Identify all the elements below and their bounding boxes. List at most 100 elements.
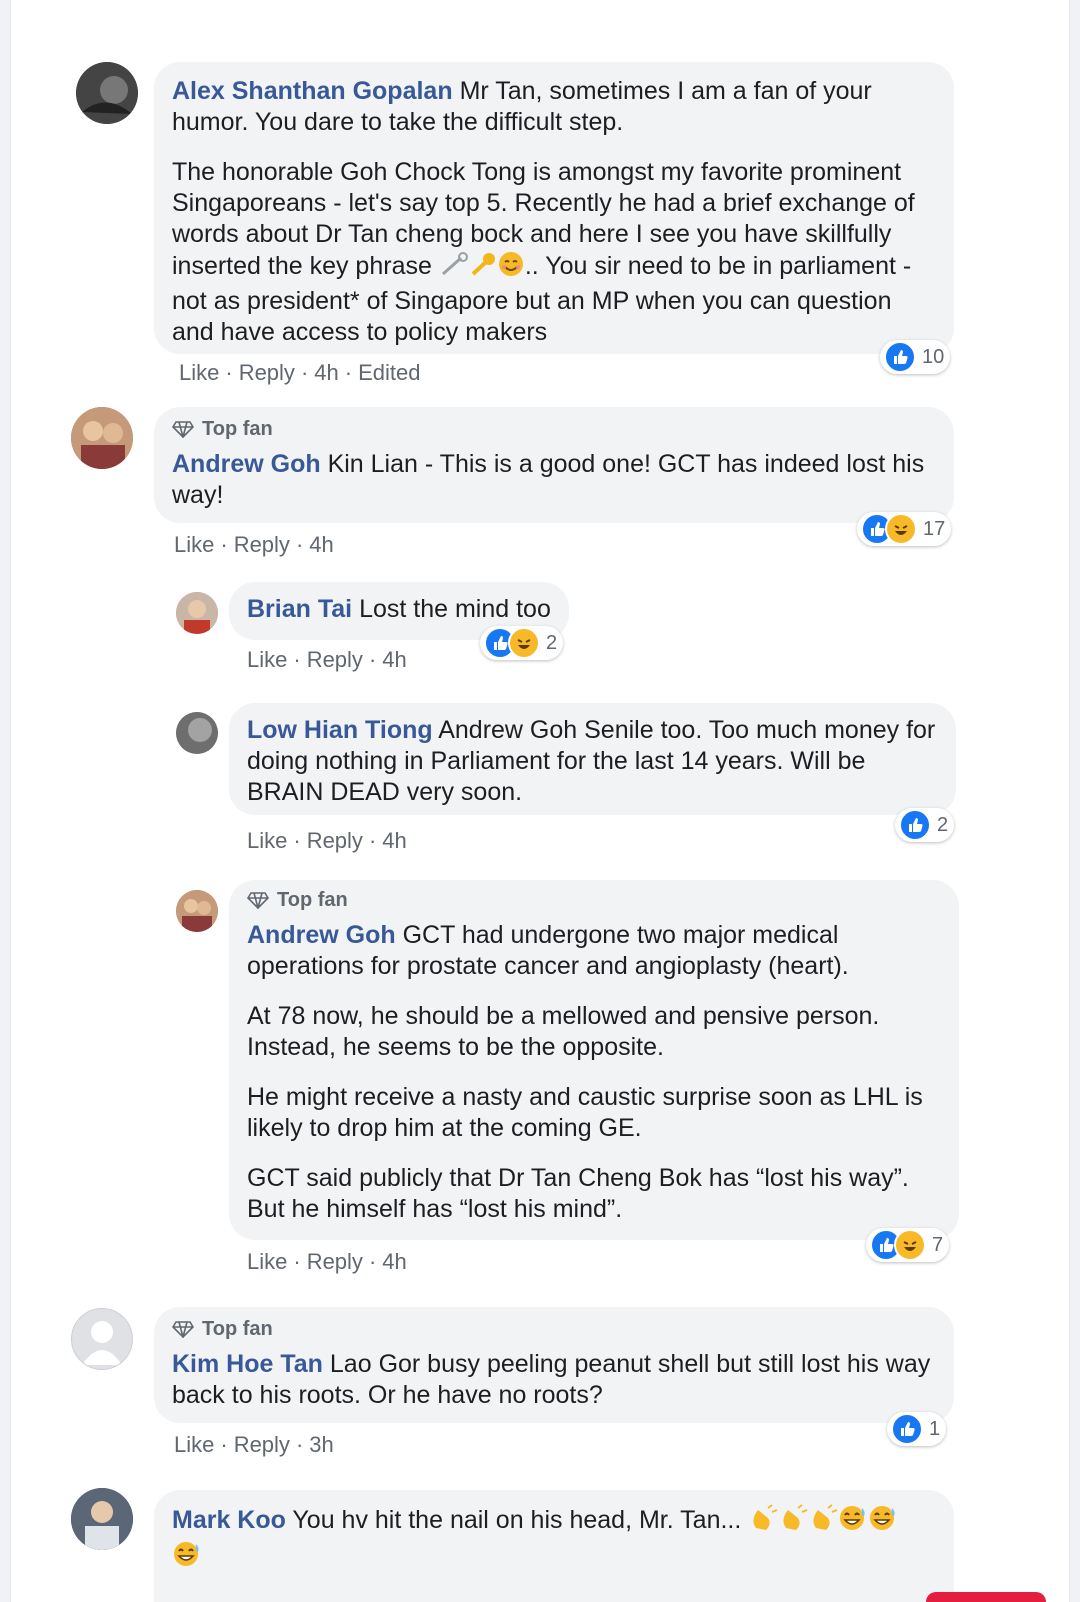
reply-link[interactable]: Reply [307, 647, 363, 672]
clapping-hands-icon [748, 1504, 778, 1540]
grinning-sweat-face-icon [868, 1504, 898, 1540]
separator: · [368, 828, 377, 853]
selection-indicator [926, 1592, 1046, 1602]
reply-link[interactable]: Reply [307, 828, 363, 853]
avatar[interactable] [176, 890, 218, 932]
comment-text: Lost the mind too [359, 595, 551, 623]
reaction-count: 1 [929, 1417, 941, 1440]
comment-bubble: Alex Shanthan Gopalan Mr Tan, sometimes … [154, 62, 954, 354]
diamond-icon [247, 892, 269, 909]
like-reaction-icon [899, 809, 931, 841]
like-link[interactable]: Like [179, 360, 219, 385]
timestamp[interactable]: 4h [309, 532, 333, 557]
separator: · [300, 360, 309, 385]
clapping-hands-icon [808, 1504, 838, 1540]
comment-text: You hv hit the nail on his head, Mr. Tan… [292, 1506, 742, 1534]
comment-author[interactable]: Mark Koo [172, 1506, 286, 1534]
like-reaction-icon [884, 341, 916, 373]
reaction-summary[interactable]: 10 [880, 340, 951, 374]
diamond-icon [172, 421, 194, 438]
comment-author[interactable]: Andrew Goh [247, 921, 396, 949]
reaction-count: 7 [932, 1233, 944, 1256]
comment-actions: Like · Reply · 3h [174, 1432, 334, 1458]
separator: · [293, 828, 301, 853]
timestamp[interactable]: 4h [382, 828, 406, 853]
avatar[interactable] [176, 592, 218, 634]
separator: · [368, 647, 377, 672]
smiling-face-icon [497, 250, 525, 286]
separator: · [293, 647, 301, 672]
comment-author[interactable]: Kim Hoe Tan [172, 1350, 323, 1378]
comment-author[interactable]: Low Hian Tiong [247, 716, 433, 744]
separator: · [293, 1249, 301, 1274]
comment-bubble: Top fan Kim Hoe Tan Lao Gor busy peeling… [154, 1307, 954, 1423]
comment-author[interactable]: Brian Tai [247, 595, 352, 623]
comment-actions: Like · Reply · 4h [247, 828, 407, 854]
reply-link[interactable]: Reply [239, 360, 295, 385]
comment-bubble: Top fan Andrew Goh GCT had undergone two… [229, 880, 959, 1240]
default-avatar-icon [82, 1321, 122, 1365]
timestamp[interactable]: 4h [382, 1249, 406, 1274]
separator: · [220, 1432, 228, 1457]
comment-bubble: Low Hian Tiong Andrew Goh Senile too. To… [229, 703, 956, 815]
reaction-count: 2 [937, 813, 949, 836]
reply-link[interactable]: Reply [234, 1432, 290, 1457]
comment-actions: Like · Reply · 4h · Edited [179, 360, 420, 386]
reaction-summary[interactable]: 2 [895, 808, 955, 842]
haha-reaction-icon [894, 1229, 926, 1261]
comment-author[interactable]: Alex Shanthan Gopalan [172, 77, 453, 105]
comment-bubble: Mark Koo You hv hit the nail on his head… [154, 1490, 954, 1602]
comment-text: He might receive a nasty and caustic sur… [247, 1083, 923, 1142]
avatar[interactable] [76, 62, 138, 124]
like-link[interactable]: Like [174, 1432, 214, 1457]
grinning-sweat-face-icon [838, 1504, 868, 1540]
top-fan-badge[interactable]: Top fan [172, 1317, 936, 1341]
like-reaction-icon [891, 1413, 923, 1445]
haha-reaction-icon [508, 627, 540, 659]
top-fan-badge[interactable]: Top fan [247, 888, 941, 912]
comment-bubble: Top fan Andrew Goh Kin Lian - This is a … [154, 407, 954, 523]
timestamp[interactable]: 4h [382, 647, 406, 672]
diamond-icon [172, 1321, 194, 1338]
comment-actions: Like · Reply · 4h [247, 647, 407, 673]
user-photo-icon [76, 62, 138, 124]
reply-link[interactable]: Reply [234, 532, 290, 557]
timestamp[interactable]: 4h [314, 360, 338, 385]
key-icon [469, 252, 497, 286]
separator: · [344, 360, 353, 385]
avatar[interactable] [71, 407, 133, 469]
user-photo-icon [176, 592, 218, 634]
comment-text: GCT said publicly that Dr Tan Cheng Bok … [247, 1164, 909, 1223]
reaction-summary[interactable]: 7 [866, 1228, 950, 1262]
separator: · [220, 532, 228, 557]
separator: · [368, 1249, 377, 1274]
key-icon [439, 252, 469, 286]
edited-label[interactable]: Edited [358, 360, 420, 385]
reaction-summary[interactable]: 2 [480, 626, 564, 660]
user-photo-icon [71, 1488, 133, 1550]
comment-author[interactable]: Andrew Goh [172, 450, 321, 478]
like-link[interactable]: Like [247, 1249, 287, 1274]
reaction-count: 17 [923, 517, 946, 540]
avatar[interactable] [71, 1488, 133, 1550]
reaction-summary[interactable]: 17 [857, 512, 952, 546]
comment-text: At 78 now, he should be a mellowed and p… [247, 1002, 880, 1061]
comment-actions: Like · Reply · 4h [174, 532, 334, 558]
reply-link[interactable]: Reply [307, 1249, 363, 1274]
reaction-count: 2 [546, 631, 558, 654]
top-fan-badge[interactable]: Top fan [172, 417, 936, 441]
like-link[interactable]: Like [247, 647, 287, 672]
reaction-count: 10 [922, 345, 945, 368]
separator: · [225, 360, 233, 385]
clapping-hands-icon [778, 1504, 808, 1540]
comments-panel: Alex Shanthan Gopalan Mr Tan, sometimes … [10, 0, 1070, 1602]
avatar[interactable] [71, 1308, 133, 1370]
like-link[interactable]: Like [247, 828, 287, 853]
like-link[interactable]: Like [174, 532, 214, 557]
timestamp[interactable]: 3h [309, 1432, 333, 1457]
user-photo-icon [176, 712, 218, 754]
user-photo-icon [176, 890, 218, 932]
comment-actions: Like · Reply · 4h [247, 1249, 407, 1275]
reaction-summary[interactable]: 1 [887, 1412, 947, 1446]
avatar[interactable] [176, 712, 218, 754]
